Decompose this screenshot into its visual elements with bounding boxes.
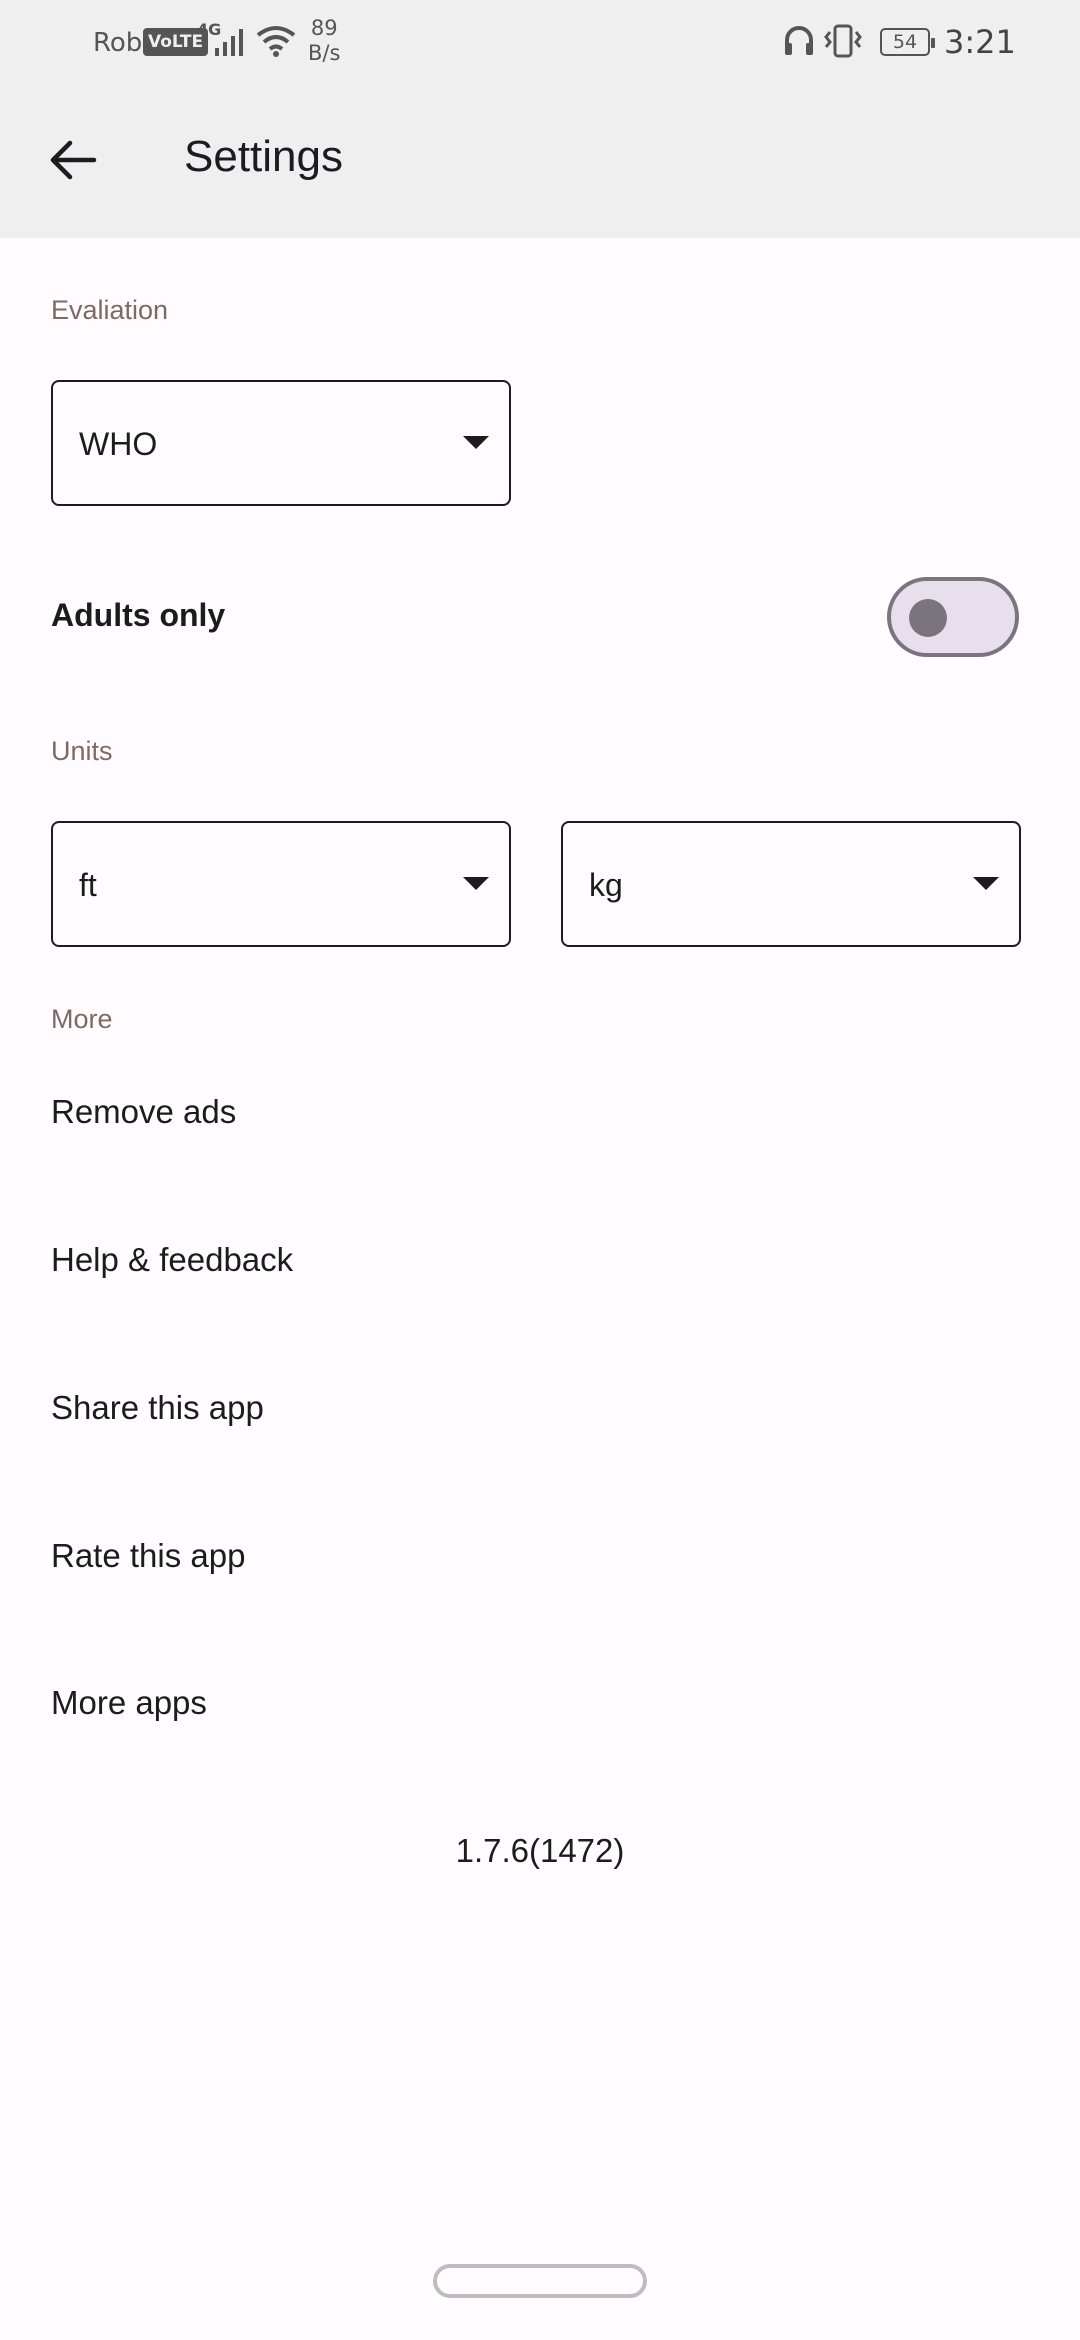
battery-icon: 54 (880, 28, 935, 56)
adults-only-toggle[interactable] (887, 577, 1019, 657)
evaluation-dropdown[interactable]: WHO (51, 380, 511, 506)
back-button[interactable] (44, 130, 104, 190)
home-indicator[interactable] (433, 2264, 647, 2298)
network-speed: 89 B/s (308, 16, 340, 66)
length-unit-dropdown[interactable]: ft (51, 821, 511, 947)
weight-unit-value: kg (589, 867, 623, 903)
arrow-back-icon (50, 140, 97, 180)
signal-icon (213, 26, 249, 62)
remove-ads-item[interactable]: Remove ads (51, 1093, 236, 1131)
speed-value: 89 (310, 16, 338, 40)
dropdown-arrow-icon (973, 877, 999, 890)
adults-only-label: Adults only (51, 597, 226, 633)
evaluation-dropdown-value: WHO (79, 426, 158, 462)
units-section-label: Units (51, 736, 113, 766)
rate-app-item[interactable]: Rate this app (51, 1537, 245, 1575)
vibrate-icon (823, 24, 863, 62)
toggle-knob (909, 599, 947, 637)
help-feedback-item[interactable]: Help & feedback (51, 1241, 293, 1279)
more-section-label: More (51, 1004, 113, 1034)
dropdown-arrow-icon (463, 436, 489, 449)
share-app-item[interactable]: Share this app (51, 1389, 264, 1427)
weight-unit-dropdown[interactable]: kg (561, 821, 1021, 947)
clock: 3:21 (944, 23, 1016, 61)
page-title: Settings (184, 132, 343, 181)
wifi-icon (255, 24, 297, 62)
status-bar: Robi VoLTE 4G 89 B/s 54 3:21 (0, 0, 1080, 90)
evaluation-section-label: Evaliation (51, 295, 169, 325)
carrier-label: Robi (93, 28, 150, 58)
speed-unit: B/s (308, 41, 341, 65)
app-version: 1.7.6(1472) (455, 1832, 625, 1869)
app-bar: Robi VoLTE 4G 89 B/s 54 3:21 Settings (0, 0, 1080, 238)
more-apps-item[interactable]: More apps (51, 1684, 207, 1722)
headphones-icon (783, 24, 815, 62)
dropdown-arrow-icon (463, 877, 489, 890)
length-unit-value: ft (79, 867, 97, 903)
